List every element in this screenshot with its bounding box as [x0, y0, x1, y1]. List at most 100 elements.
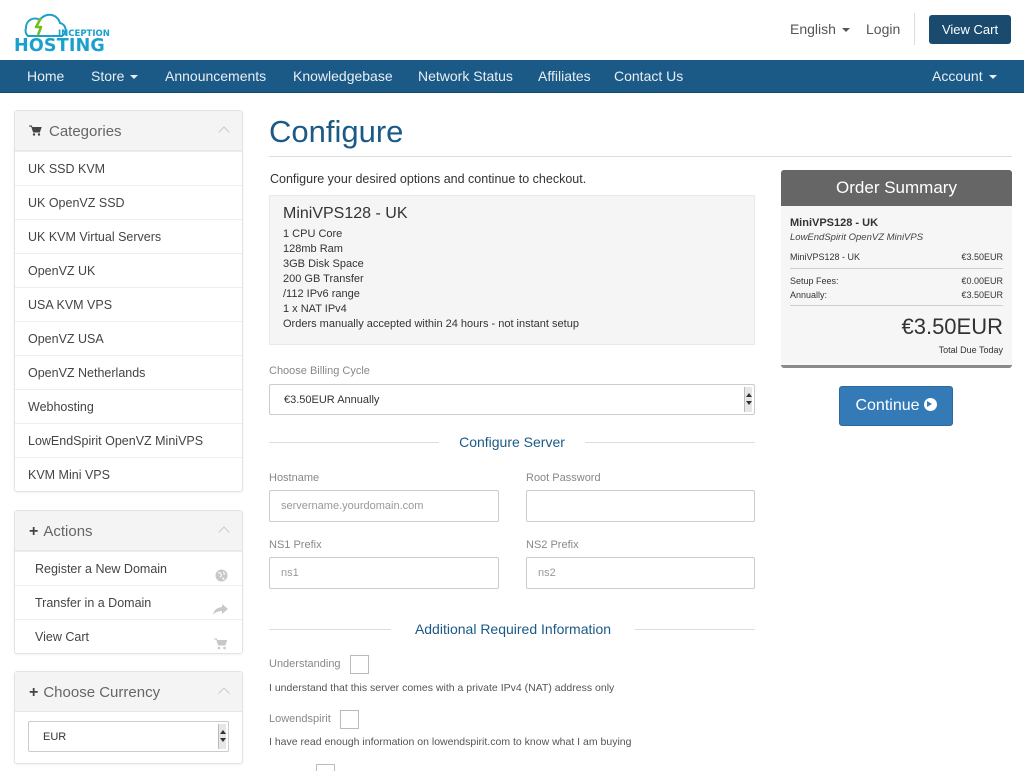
section-divider-left: [269, 442, 439, 443]
summary-annually-row: Annually: €3.50EUR: [790, 290, 1003, 300]
hostname-label: Hostname: [269, 472, 320, 484]
additional-info-title: Additional Required Information: [414, 621, 612, 637]
chevron-up-icon[interactable]: [218, 526, 230, 538]
nav-home[interactable]: Home: [27, 60, 64, 93]
caret-down-icon: [841, 28, 850, 33]
nav-account[interactable]: Account: [932, 60, 997, 93]
plus-icon: +: [29, 523, 39, 540]
product-feature: 3GB Disk Space: [283, 258, 364, 270]
category-item[interactable]: UK OpenVZ SSD: [15, 185, 242, 219]
action-register-domain[interactable]: Register a New Domain: [15, 551, 242, 585]
category-item[interactable]: Webhosting: [15, 389, 242, 423]
category-item[interactable]: OpenVZ USA: [15, 321, 242, 355]
nav-account-label: Account: [932, 68, 983, 84]
ns1-label: NS1 Prefix: [269, 539, 322, 551]
category-item[interactable]: KVM Mini VPS: [15, 457, 242, 491]
product-feature: /112 IPv6 range: [283, 288, 360, 300]
ns2-input[interactable]: ns2: [526, 557, 755, 589]
continue-button[interactable]: Continue: [839, 386, 953, 426]
currency-panel-header[interactable]: + Choose Currency: [15, 672, 242, 712]
nav-store[interactable]: Store: [91, 60, 139, 93]
action-label: View Cart: [35, 630, 89, 644]
categories-panel: Categories UK SSD KVM UK OpenVZ SSD UK K…: [14, 110, 243, 492]
billing-cycle-selected: €3.50EUR Annually: [284, 394, 380, 406]
action-view-cart[interactable]: View Cart: [15, 619, 242, 653]
product-info-box: MiniVPS128 - UK 1 CPU Core 128mb Ram 3GB…: [269, 195, 755, 345]
order-summary: Order Summary MiniVPS128 - UK LowEndSpir…: [781, 170, 1012, 368]
select-arrows-icon: [744, 387, 752, 412]
summary-divider: [790, 305, 1003, 306]
nav-contact-us[interactable]: Contact Us: [614, 60, 683, 93]
cart-icon: [29, 111, 43, 153]
lowendspirit-checkbox[interactable]: [340, 710, 359, 729]
summary-total: €3.50EUR: [901, 314, 1003, 339]
actions-panel-header[interactable]: + Actions: [15, 511, 242, 551]
understanding-help: I understand that this server comes with…: [269, 682, 615, 694]
root-password-input[interactable]: [526, 490, 755, 522]
nav-network-status[interactable]: Network Status: [418, 60, 513, 93]
hostname-input[interactable]: servername.yourdomain.com: [269, 490, 499, 522]
product-feature: 200 GB Transfer: [283, 273, 364, 285]
header-divider: [914, 13, 915, 45]
product-feature: 128mb Ram: [283, 243, 343, 255]
hostname-placeholder: servername.yourdomain.com: [281, 500, 424, 512]
summary-line-item: MiniVPS128 - UK €3.50EUR: [790, 252, 1003, 262]
category-item[interactable]: LowEndSpirit OpenVZ MiniVPS: [15, 423, 242, 457]
chevron-up-icon[interactable]: [218, 687, 230, 699]
chevron-up-icon[interactable]: [218, 126, 230, 138]
summary-setup-label: Setup Fees:: [790, 276, 839, 286]
currency-panel: + Choose Currency EUR: [14, 671, 243, 764]
nav-knowledgebase[interactable]: Knowledgebase: [293, 60, 393, 93]
currency-selected: EUR: [43, 731, 67, 743]
product-feature: 1 x NAT IPv4: [283, 303, 347, 315]
caret-down-icon: [130, 75, 139, 80]
category-item[interactable]: OpenVZ UK: [15, 253, 242, 287]
lowendspirit-help: I have read enough information on lowend…: [269, 736, 632, 748]
actions-panel: + Actions Register a New Domain Transfer …: [14, 510, 243, 654]
actions-title: Actions: [43, 523, 93, 540]
action-label: Register a New Domain: [35, 562, 167, 576]
categories-panel-header[interactable]: Categories: [15, 111, 242, 151]
nav-store-label: Store: [91, 68, 125, 84]
ns1-input[interactable]: ns1: [269, 557, 499, 589]
summary-product-name: MiniVPS128 - UK: [790, 217, 879, 229]
currency-select[interactable]: EUR: [28, 721, 229, 752]
product-name: MiniVPS128 - UK: [283, 205, 408, 222]
summary-product-group: LowEndSpirit OpenVZ MiniVPS: [790, 232, 924, 243]
ns2-label: NS2 Prefix: [526, 539, 579, 551]
lowendspirit-label: Lowendspirit: [269, 713, 331, 725]
category-item[interactable]: USA KVM VPS: [15, 287, 242, 321]
action-label: Transfer in a Domain: [35, 596, 152, 610]
categories-title: Categories: [49, 123, 122, 140]
section-divider-right: [585, 442, 755, 443]
summary-line-price: €3.50EUR: [961, 252, 1003, 262]
summary-line-label: MiniVPS128 - UK: [790, 252, 861, 262]
language-label: English: [790, 21, 836, 37]
configure-server-title: Configure Server: [459, 434, 565, 450]
nav-announcements[interactable]: Announcements: [165, 60, 266, 93]
category-item[interactable]: UK SSD KVM: [15, 151, 242, 185]
understanding-label: Understanding: [269, 658, 341, 670]
nav-affiliates[interactable]: Affiliates: [538, 60, 591, 93]
currency-title: Choose Currency: [43, 684, 161, 701]
view-cart-button[interactable]: View Cart: [929, 15, 1011, 44]
understanding-checkbox[interactable]: [350, 655, 369, 674]
summary-annually-label: Annually:: [790, 290, 828, 300]
category-item[interactable]: OpenVZ Netherlands: [15, 355, 242, 389]
summary-total-label: Total Due Today: [938, 345, 1003, 355]
additional-checkbox[interactable]: [316, 764, 335, 771]
section-divider-left: [269, 629, 391, 630]
language-dropdown[interactable]: English: [790, 21, 850, 37]
caret-down-icon: [988, 75, 997, 80]
main-nav: Home Store Announcements Knowledgebase N…: [0, 60, 1024, 93]
site-logo[interactable]: INCEPTION HOSTING: [14, 6, 126, 54]
billing-cycle-select[interactable]: €3.50EUR Annually: [269, 384, 755, 415]
category-item[interactable]: UK KVM Virtual Servers: [15, 219, 242, 253]
ns2-placeholder: ns2: [538, 567, 556, 579]
summary-setup-price: €0.00EUR: [961, 276, 1003, 286]
select-arrows-icon: [218, 724, 226, 749]
order-summary-title: Order Summary: [781, 170, 1012, 206]
page-title: Configure: [269, 114, 404, 149]
action-transfer-domain[interactable]: Transfer in a Domain: [15, 585, 242, 619]
login-link[interactable]: Login: [866, 21, 900, 37]
